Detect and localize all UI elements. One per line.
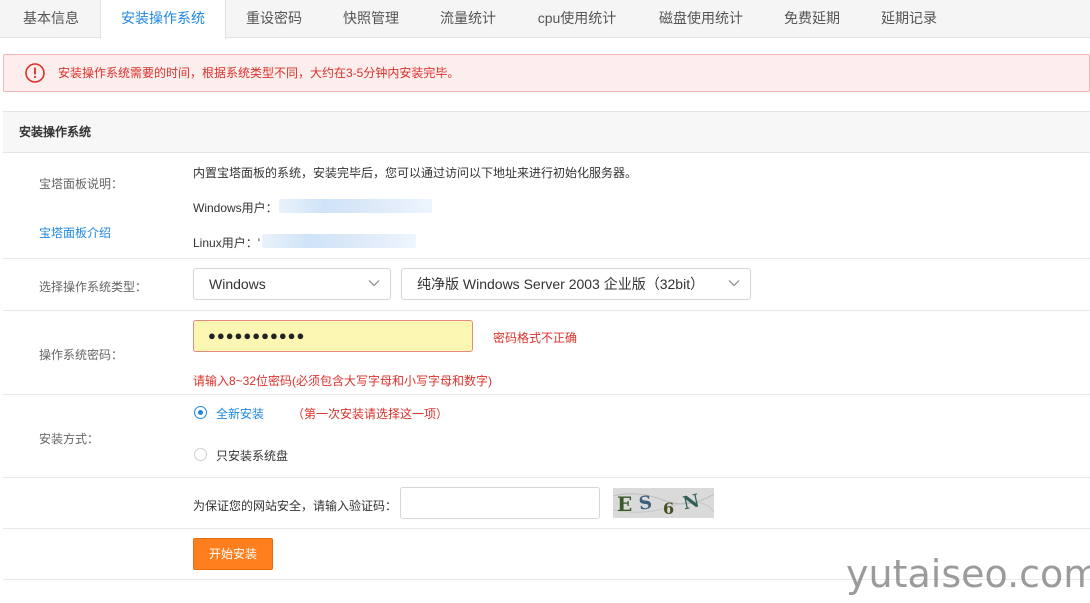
divider <box>3 310 1090 311</box>
tab-disk-stats[interactable]: 磁盘使用统计 <box>638 0 764 38</box>
windows-address-redacted <box>279 199 432 213</box>
radio-fresh-install[interactable] <box>194 406 207 419</box>
divider <box>3 258 1090 259</box>
panel-title: 安装操作系统 <box>19 125 92 139</box>
watermark: yutaiseo.com <box>846 552 1090 596</box>
radio-system-disk-only[interactable] <box>194 448 207 461</box>
tab-install-os[interactable]: 安装操作系统 <box>100 0 226 39</box>
panel-header: 安装操作系统 <box>3 111 1090 153</box>
tab-reset-password[interactable]: 重设密码 <box>226 0 322 38</box>
tab-snapshots[interactable]: 快照管理 <box>322 0 420 38</box>
tab-basic-info[interactable]: 基本信息 <box>3 0 99 38</box>
linux-address-redacted <box>262 234 416 248</box>
password-hint: 请输入8~32位密码(必须包含大写字母和小写字母和数字) <box>193 374 493 388</box>
baota-description: 内置宝塔面板的系统，安装完毕后，您可以通过访问以下地址来进行初始化服务器。 <box>193 166 638 180</box>
captcha-noise: E S 6 N <box>613 488 714 518</box>
baota-label: 宝塔面板说明： <box>39 177 124 191</box>
divider <box>3 477 1090 478</box>
password-label: 操作系统密码： <box>39 348 124 362</box>
info-alert: 安装操作系统需要的时间，根据系统类型不同，大约在3-5分钟内安装完毕。 <box>3 54 1090 92</box>
captcha-input[interactable] <box>400 487 600 519</box>
os-type-label: 选择操作系统类型： <box>39 280 148 294</box>
os-select-value: Windows <box>209 276 266 292</box>
info-circle-icon <box>25 63 45 83</box>
system-disk-only-label[interactable]: 只安装系统盘 <box>216 447 288 464</box>
fresh-install-note: （第一次安装请选择这一项） <box>292 407 449 421</box>
divider <box>3 394 1090 395</box>
captcha-label: 为保证您的网站安全，请输入验证码： <box>193 499 398 513</box>
tab-traffic-stats[interactable]: 流量统计 <box>420 0 516 38</box>
chevron-down-icon <box>368 280 380 287</box>
os-version-select[interactable]: 纯净版 Windows Server 2003 企业版（32bit） <box>401 268 751 300</box>
divider <box>3 528 1090 529</box>
install-mode-label: 安装方式： <box>39 432 100 446</box>
start-install-button[interactable]: 开始安装 <box>193 538 273 570</box>
fresh-install-label[interactable]: 全新安装 <box>216 405 264 422</box>
password-input[interactable]: ●●●●●●●●●●● <box>193 320 473 352</box>
captcha-image[interactable]: E S 6 N <box>613 488 714 518</box>
os-select[interactable]: Windows <box>193 268 391 300</box>
tab-cpu-stats[interactable]: cpu使用统计 <box>516 0 638 38</box>
chevron-down-icon <box>728 280 740 287</box>
password-value: ●●●●●●●●●●● <box>208 328 306 343</box>
password-error: 密码格式不正确 <box>493 331 578 345</box>
windows-user-label: Windows用户： <box>193 201 278 215</box>
linux-user-label: Linux用户：' <box>193 236 260 250</box>
tab-bar: 基本信息 安装操作系统 重设密码 快照管理 流量统计 cpu使用统计 磁盘使用统… <box>0 0 1090 39</box>
alert-text: 安装操作系统需要的时间，根据系统类型不同，大约在3-5分钟内安装完毕。 <box>58 66 460 80</box>
os-version-value: 纯净版 Windows Server 2003 企业版（32bit） <box>417 276 705 292</box>
tab-free-extension[interactable]: 免费延期 <box>764 0 860 38</box>
baota-intro-link[interactable]: 宝塔面板介绍 <box>39 224 111 241</box>
svg-text:6: 6 <box>663 499 674 518</box>
svg-text:E: E <box>617 492 632 516</box>
tab-extension-records[interactable]: 延期记录 <box>860 0 958 38</box>
